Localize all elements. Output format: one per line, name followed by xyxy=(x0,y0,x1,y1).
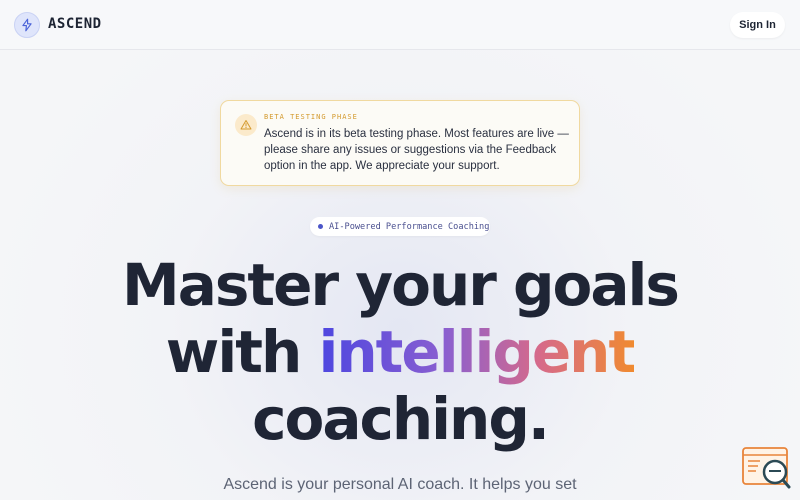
sign-in-button[interactable]: Sign In xyxy=(730,12,785,38)
brand-name[interactable]: ASCEND xyxy=(48,16,102,32)
hero-subtitle: Ascend is your personal AI coach. It hel… xyxy=(223,476,577,493)
tagline-pill: AI-Powered Performance Coaching xyxy=(310,217,490,236)
headline-line-2: with intelligent xyxy=(100,319,700,386)
beta-notice-card: BETA TESTING PHASE Ascend is in its beta… xyxy=(220,100,580,186)
headline-line-1: Master your goals xyxy=(122,251,680,319)
tagline-pill-text: AI-Powered Performance Coaching xyxy=(329,221,490,232)
hero-headline: Master your goals with intelligent coach… xyxy=(100,252,700,453)
beta-notice-label: BETA TESTING PHASE xyxy=(264,113,358,121)
feedback-search-icon[interactable] xyxy=(742,446,792,492)
top-navbar: ASCEND Sign In xyxy=(0,0,800,50)
page: ASCEND Sign In BETA TESTING PHASE Ascend… xyxy=(0,0,800,500)
headline-line-2-prefix: with xyxy=(165,318,319,386)
warning-triangle-icon xyxy=(235,114,257,136)
pill-dot xyxy=(318,224,323,229)
beta-notice-text: Ascend is in its beta testing phase. Mos… xyxy=(264,128,569,172)
lightning-bolt-icon[interactable] xyxy=(14,12,40,38)
headline-line-3: coaching. xyxy=(252,385,550,453)
headline-highlight: intelligent xyxy=(318,318,636,386)
